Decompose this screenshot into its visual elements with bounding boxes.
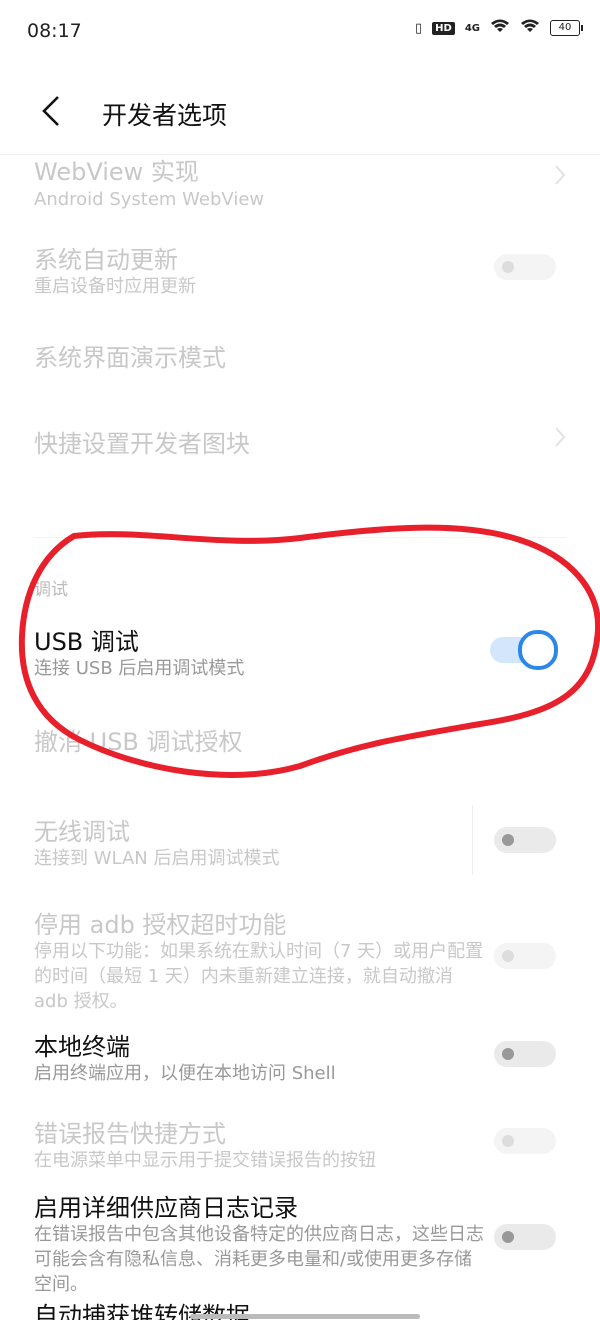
auto-update-title: 系统自动更新 (34, 246, 178, 274)
home-indicator[interactable] (190, 1314, 420, 1319)
status-bar: 08:17 ▯ HD 4G 40 (0, 0, 600, 66)
vendor-log-subtitle: 在错误报告中包含其他设备特定的供应商日志，这些日志可能会含有隐私信息、消耗更多电… (34, 1224, 484, 1295)
status-time: 08:17 (27, 20, 82, 42)
vendor-log-item[interactable]: 启用详细供应商日志记录 在错误报告中包含其他设备特定的供应商日志，这些日志可能会… (0, 1186, 600, 1296)
wireless-debug-subtitle: 连接到 WLAN 后启用调试模式 (34, 848, 280, 869)
revoke-usb-title: 撤消 USB 调试授权 (34, 728, 243, 756)
quick-tiles-title: 快捷设置开发者图块 (34, 430, 250, 458)
chevron-right-icon (554, 426, 566, 454)
bug-report-item[interactable]: 错误报告快捷方式 在电源菜单中显示用于提交错误报告的按钮 (0, 1112, 600, 1182)
auto-update-item[interactable]: 系统自动更新 重启设备时应用更新 (0, 238, 600, 308)
wireless-debug-item[interactable]: 无线调试 连接到 WLAN 后启用调试模式 (0, 810, 600, 880)
page-title: 开发者选项 (102, 101, 228, 130)
wireless-debug-toggle[interactable] (494, 827, 556, 853)
battery-icon: 40 (550, 20, 583, 36)
auto-update-subtitle: 重启设备时应用更新 (34, 276, 196, 297)
section-divider (34, 537, 566, 538)
vibrate-icon: ▯ (415, 20, 423, 36)
hd-icon: HD (432, 21, 455, 35)
chevron-right-icon (554, 164, 566, 192)
adb-timeout-item[interactable]: 停用 adb 授权超时功能 停用以下功能：如果系统在默认时间（7 天）或用户配置… (0, 903, 600, 1013)
wifi-icon-2 (520, 18, 540, 38)
vertical-separator (472, 805, 473, 875)
local-terminal-title: 本地终端 (34, 1033, 130, 1061)
local-terminal-subtitle: 启用终端应用，以便在本地访问 Shell (34, 1063, 336, 1084)
local-terminal-item[interactable]: 本地终端 启用终端应用，以便在本地访问 Shell (0, 1025, 600, 1095)
webview-item[interactable]: WebView 实现 Android System WebView (0, 150, 600, 222)
signal-4g-icon: 4G (464, 22, 480, 34)
bug-report-toggle[interactable] (494, 1128, 556, 1154)
revoke-usb-item[interactable]: 撤消 USB 调试授权 (0, 720, 600, 770)
bug-report-title: 错误报告快捷方式 (34, 1120, 226, 1148)
vendor-log-toggle[interactable] (494, 1224, 556, 1250)
status-icons: ▯ HD 4G 40 (415, 18, 583, 38)
usb-debug-subtitle: 连接 USB 后启用调试模式 (34, 658, 245, 679)
demo-mode-title: 系统界面演示模式 (34, 344, 226, 372)
adb-timeout-subtitle: 停用以下功能：如果系统在默认时间（7 天）或用户配置的时间（最短 1 天）内未重… (34, 941, 484, 1012)
auto-update-toggle[interactable] (494, 254, 556, 280)
usb-debug-title: USB 调试 (34, 628, 139, 656)
webview-subtitle: Android System WebView (34, 189, 265, 210)
adb-timeout-title: 停用 adb 授权超时功能 (34, 911, 287, 939)
usb-debug-item[interactable]: USB 调试 连接 USB 后启用调试模式 (0, 620, 600, 690)
adb-timeout-toggle[interactable] (494, 943, 556, 969)
webview-title: WebView 实现 (34, 158, 199, 186)
wifi-icon (490, 18, 510, 38)
quick-tiles-item[interactable]: 快捷设置开发者图块 (0, 422, 600, 482)
usb-debug-toggle[interactable] (490, 630, 558, 670)
vendor-log-title: 启用详细供应商日志记录 (34, 1194, 298, 1222)
wireless-debug-title: 无线调试 (34, 818, 130, 846)
back-arrow-icon[interactable] (40, 94, 62, 135)
demo-mode-item[interactable]: 系统界面演示模式 (0, 336, 600, 396)
local-terminal-toggle[interactable] (494, 1041, 556, 1067)
section-header-debug: 调试 (34, 580, 68, 600)
bug-report-subtitle: 在电源菜单中显示用于提交错误报告的按钮 (34, 1150, 376, 1171)
app-header: 开发者选项 (0, 70, 600, 155)
